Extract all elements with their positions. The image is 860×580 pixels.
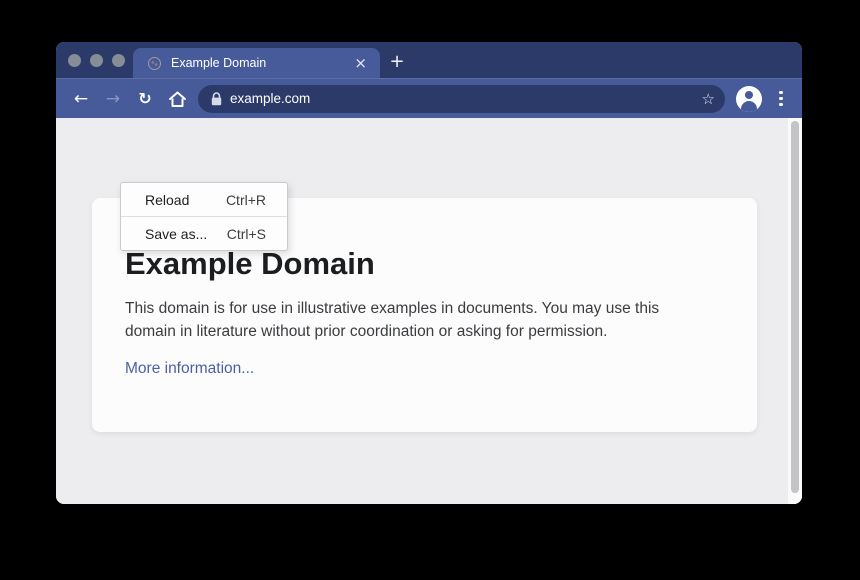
browser-window: Example Domain × + ← → ↻ [56, 42, 802, 504]
window-zoom-button[interactable] [112, 54, 125, 67]
bookmark-star-icon[interactable]: ☆ [702, 90, 715, 108]
toolbar: ← → ↻ example.com ☆ [56, 78, 802, 118]
titlebar: Example Domain × + [56, 42, 802, 78]
page-paragraph: This domain is for use in illustrative e… [125, 297, 721, 343]
more-information-link[interactable]: More information... [125, 360, 254, 378]
dot-icon [779, 91, 783, 95]
window-minimize-button[interactable] [90, 54, 103, 67]
paragraph-line: This domain is for use in illustrative e… [125, 297, 721, 320]
tab-title: Example Domain [171, 56, 354, 70]
tab-example-domain[interactable]: Example Domain × [133, 48, 380, 78]
context-menu-item-save-as[interactable]: Save as... Ctrl+S [121, 217, 287, 250]
page-content: Example Domain This domain is for use in… [56, 118, 802, 504]
home-button[interactable] [165, 87, 189, 111]
scrollbar-thumb[interactable] [791, 121, 799, 493]
context-menu-item-reload[interactable]: Reload Ctrl+R [121, 183, 287, 216]
menu-item-label: Reload [145, 192, 189, 208]
paragraph-line: domain in literature without prior coord… [125, 320, 721, 343]
back-button[interactable]: ← [69, 87, 93, 111]
context-menu: Reload Ctrl+R Save as... Ctrl+S [120, 182, 288, 251]
url-text: example.com [230, 91, 702, 106]
reload-button[interactable]: ↻ [133, 87, 157, 111]
menu-item-shortcut: Ctrl+S [227, 226, 266, 242]
forward-button[interactable]: → [101, 87, 125, 111]
address-bar[interactable]: example.com ☆ [198, 85, 725, 113]
avatar-person-icon [745, 91, 753, 99]
home-icon [168, 90, 187, 108]
menu-item-label: Save as... [145, 226, 207, 242]
dot-icon [779, 97, 783, 101]
tab-close-icon[interactable]: × [354, 56, 367, 71]
scrollbar-track[interactable] [788, 118, 802, 504]
browser-menu-button[interactable] [771, 87, 791, 111]
window-close-button[interactable] [68, 54, 81, 67]
profile-avatar[interactable] [736, 86, 762, 112]
menu-item-shortcut: Ctrl+R [226, 192, 266, 208]
lock-icon [211, 92, 222, 106]
new-tab-button[interactable]: + [384, 49, 410, 73]
traffic-lights [68, 42, 125, 78]
dot-icon [779, 103, 783, 107]
favicon-icon [148, 57, 161, 70]
desktop-background: Example Domain × + ← → ↻ [0, 0, 860, 580]
